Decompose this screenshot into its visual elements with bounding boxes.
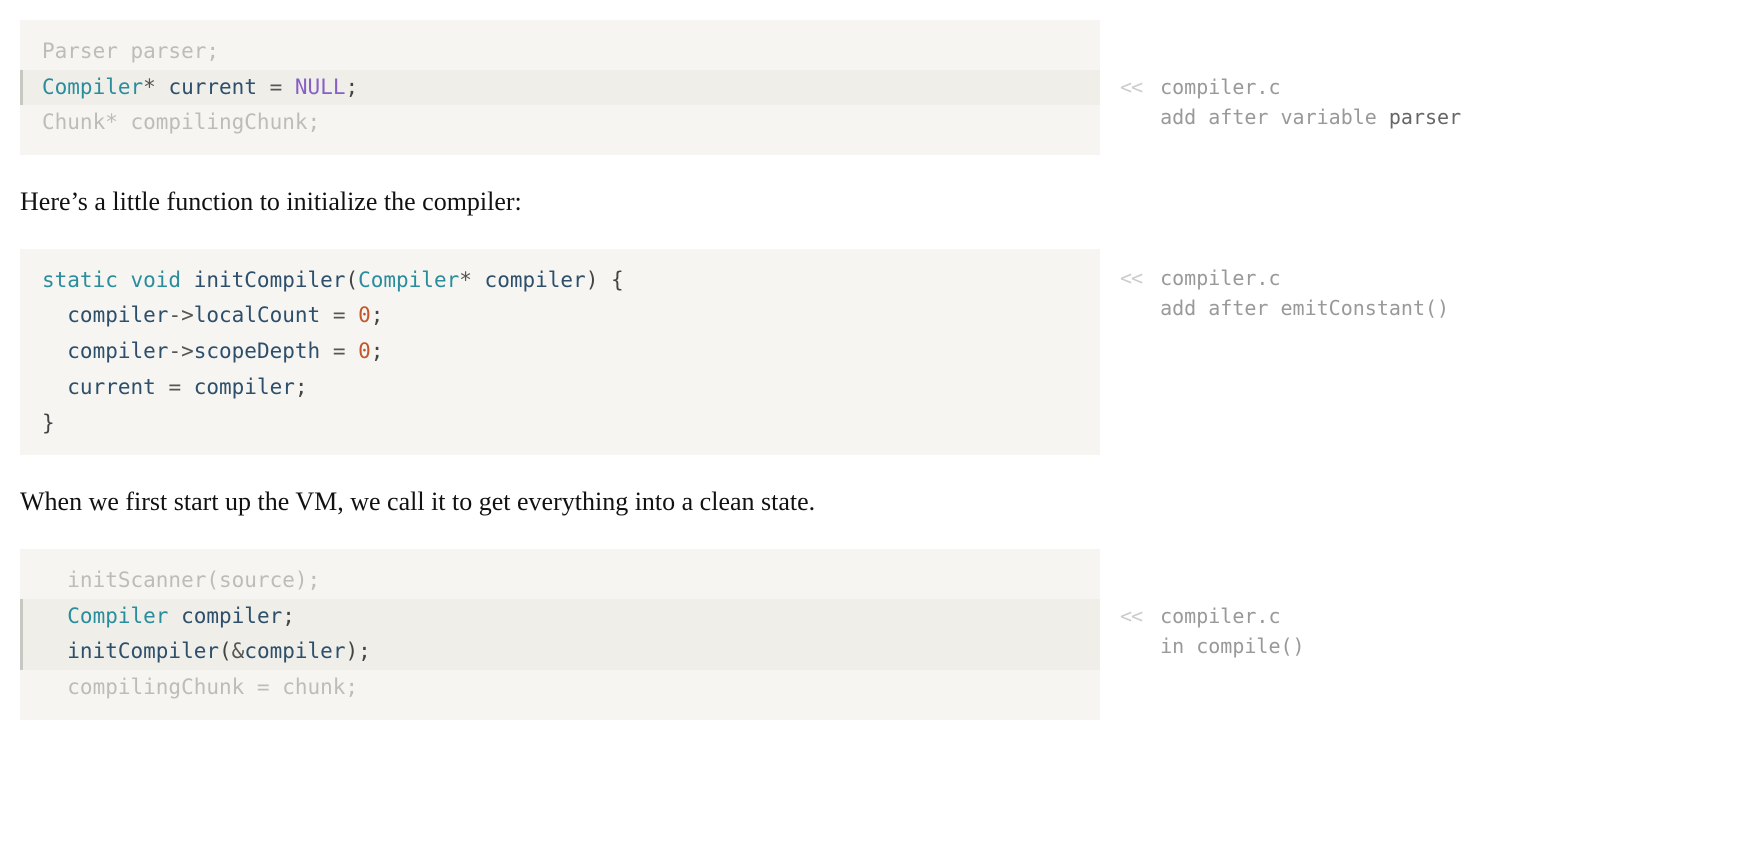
- aside-note-prefix: add after: [1160, 296, 1280, 320]
- aside-column: << compiler.c add after emitConstant(): [1100, 249, 1720, 455]
- prose-paragraph: Here’s a little function to initialize t…: [20, 155, 1100, 249]
- token-star: *: [143, 75, 156, 99]
- token-semi: ;: [371, 303, 384, 327]
- token-eq: =: [333, 303, 358, 327]
- code-line-context: compilingChunk = chunk;: [42, 670, 1100, 706]
- code-line-inserted: initCompiler(&compiler);: [20, 634, 1100, 670]
- code-line-context: initScanner(source);: [42, 563, 1100, 599]
- code-listing: initScanner(source); Compiler compiler; …: [20, 549, 1100, 720]
- token-arrow: ->: [168, 303, 193, 327]
- code-line-context: Parser parser;: [42, 34, 1100, 70]
- code-line: }: [42, 406, 1100, 442]
- token-arrow: ->: [168, 339, 193, 363]
- token-null: NULL: [295, 75, 346, 99]
- token-space: [168, 604, 181, 628]
- token-type: Compiler: [358, 268, 459, 292]
- token-num: 0: [358, 339, 371, 363]
- aside-file: compiler.c: [1160, 601, 1305, 631]
- token-star: *: [459, 268, 472, 292]
- aside-arrow-icon: <<: [1120, 72, 1160, 102]
- token-fn: initCompiler: [42, 639, 219, 663]
- token-ident: compiler: [42, 303, 168, 327]
- token-semi: ;: [371, 339, 384, 363]
- aside-note-prefix: add after variable: [1160, 105, 1389, 129]
- token-eq: =: [168, 375, 193, 399]
- aside-file: compiler.c: [1160, 72, 1461, 102]
- token-keyword: static void: [42, 268, 194, 292]
- token-type: Compiler: [42, 75, 143, 99]
- aside-note-strong: parser: [1389, 105, 1461, 129]
- aside-note-suffix: (): [1281, 634, 1305, 658]
- token-punct: ) {: [586, 268, 624, 292]
- token-amp: &: [232, 639, 245, 663]
- code-line-context: Chunk* compilingChunk;: [42, 105, 1100, 141]
- document-content: Parser parser;Compiler* current = NULL;C…: [20, 20, 1730, 720]
- aside-arrow-icon: <<: [1120, 263, 1160, 293]
- code-column: initScanner(source); Compiler compiler; …: [20, 549, 1100, 720]
- token-ident: compiler: [194, 375, 295, 399]
- code-line-inserted: Compiler* current = NULL;: [20, 70, 1100, 106]
- token-paren: (: [219, 639, 232, 663]
- code-column: static void initCompiler(Compiler* compi…: [20, 249, 1100, 455]
- aside-column: << compiler.c add after variable parser: [1100, 20, 1720, 155]
- aside-note-fn: compile: [1196, 634, 1280, 658]
- token-paren: (: [345, 268, 358, 292]
- aside-annotation: << compiler.c add after variable parser: [1120, 72, 1720, 132]
- token-ident: compiler: [181, 604, 282, 628]
- code-listing: Parser parser;Compiler* current = NULL;C…: [20, 20, 1100, 155]
- token-num: 0: [358, 303, 371, 327]
- token-eq: =: [270, 75, 295, 99]
- aside-annotation: << compiler.c add after emitConstant(): [1120, 263, 1720, 323]
- token-type: Compiler: [42, 604, 168, 628]
- code-line: static void initCompiler(Compiler* compi…: [42, 263, 1100, 299]
- code-listing: static void initCompiler(Compiler* compi…: [20, 249, 1100, 455]
- token-semi: ;: [295, 375, 308, 399]
- aside-note: add after emitConstant(): [1160, 293, 1449, 323]
- token-fn: initCompiler: [194, 268, 346, 292]
- aside-note: add after variable parser: [1160, 102, 1461, 132]
- aside-note-prefix: in: [1160, 634, 1196, 658]
- token-ident: compiler: [42, 339, 168, 363]
- token-eq: =: [333, 339, 358, 363]
- token-ident: scopeDepth: [194, 339, 333, 363]
- token-semi: ;: [345, 75, 358, 99]
- code-line: compiler->scopeDepth = 0;: [42, 334, 1100, 370]
- token-ident: compiler: [472, 268, 586, 292]
- code-line-inserted: Compiler compiler;: [20, 599, 1100, 635]
- code-snippet-1: Parser parser;Compiler* current = NULL;C…: [20, 20, 1730, 155]
- aside-file: compiler.c: [1160, 263, 1449, 293]
- aside-arrow-icon: <<: [1120, 601, 1160, 631]
- token-punct: );: [345, 639, 370, 663]
- code-snippet-2: static void initCompiler(Compiler* compi…: [20, 249, 1730, 455]
- aside-column: << compiler.c in compile(): [1100, 549, 1720, 720]
- code-column: Parser parser;Compiler* current = NULL;C…: [20, 20, 1100, 155]
- token-ident: current: [156, 75, 270, 99]
- token-ident: localCount: [194, 303, 333, 327]
- code-line: current = compiler;: [42, 370, 1100, 406]
- aside-annotation: << compiler.c in compile(): [1120, 601, 1720, 661]
- token-semi: ;: [282, 604, 295, 628]
- prose-paragraph: When we first start up the VM, we call i…: [20, 455, 1100, 549]
- token-ident: compiler: [244, 639, 345, 663]
- aside-note-fn: emitConstant: [1281, 296, 1426, 320]
- code-snippet-3: initScanner(source); Compiler compiler; …: [20, 549, 1730, 720]
- aside-note-suffix: (): [1425, 296, 1449, 320]
- token-ident: current: [42, 375, 168, 399]
- code-line: compiler->localCount = 0;: [42, 298, 1100, 334]
- aside-note: in compile(): [1160, 631, 1305, 661]
